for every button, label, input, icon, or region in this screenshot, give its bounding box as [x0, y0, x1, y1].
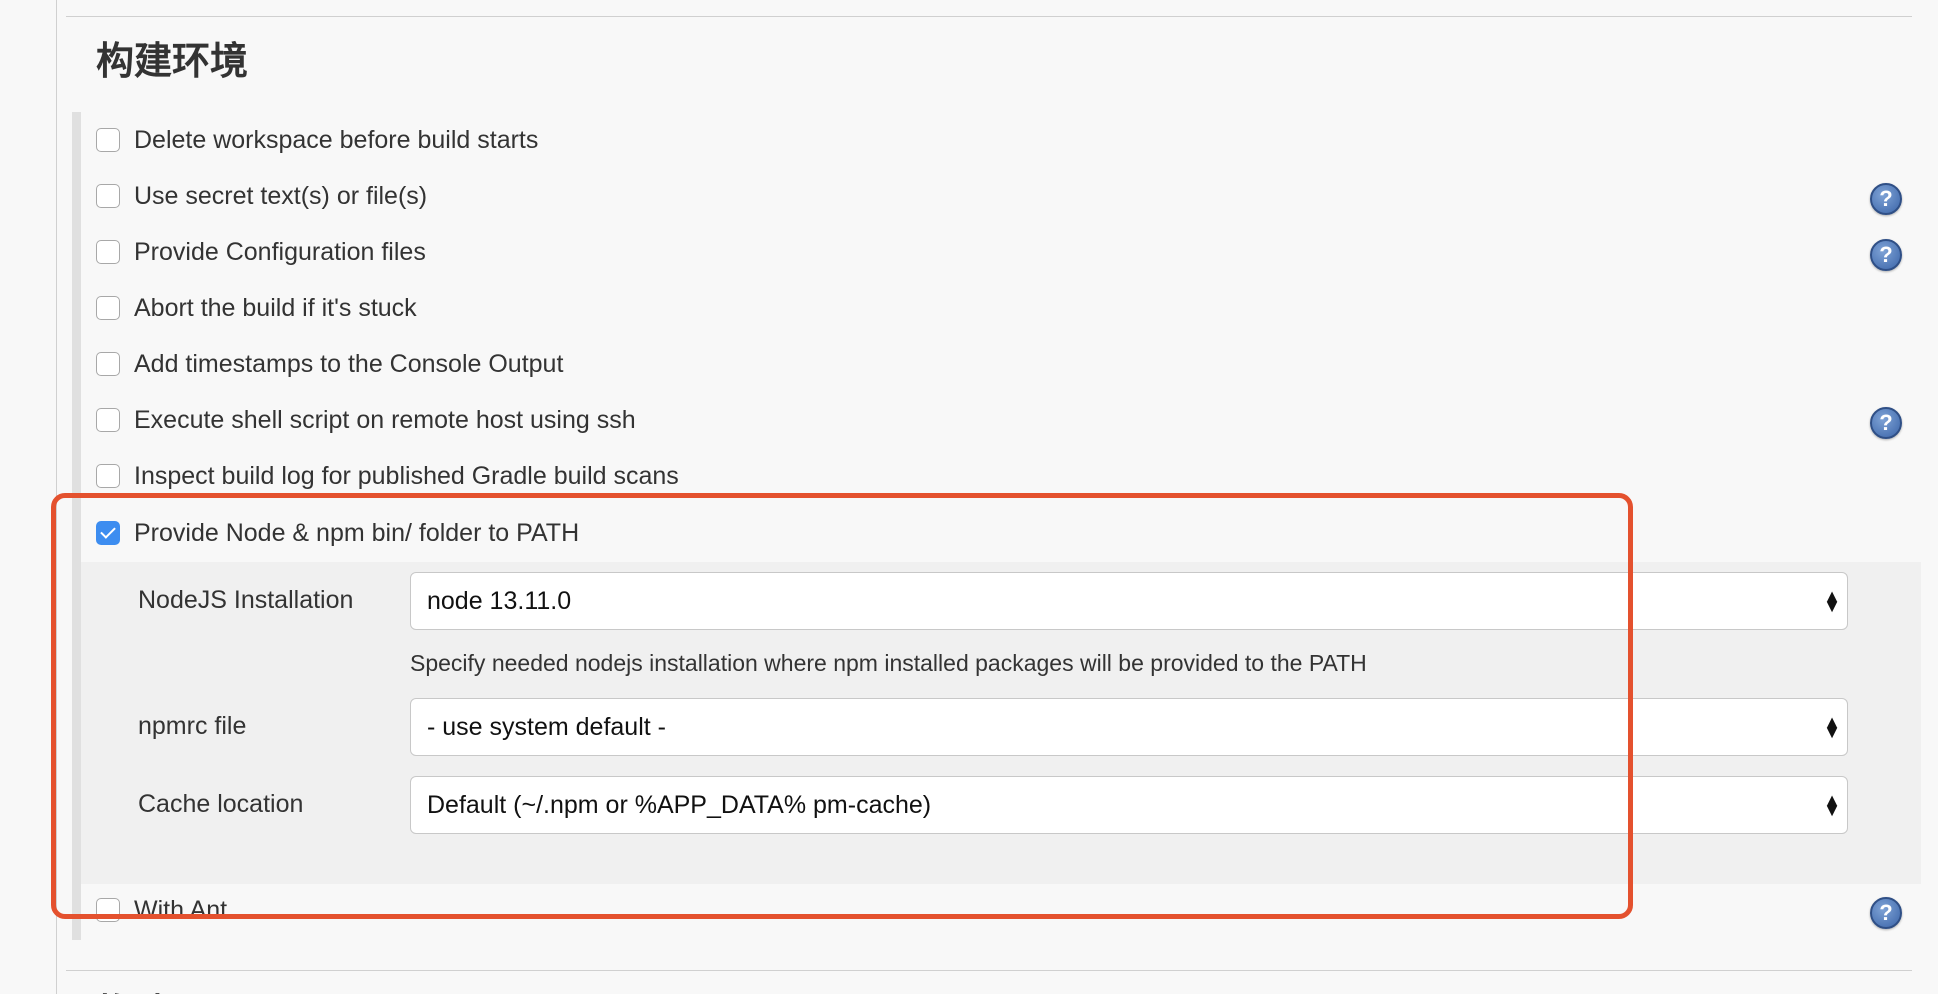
cache-location-label: Cache location: [138, 790, 304, 818]
option-timestamps[interactable]: Add timestamps to the Console Output: [96, 344, 563, 384]
checkbox[interactable]: [96, 128, 120, 152]
option-abort-stuck[interactable]: Abort the build if it's stuck: [96, 288, 417, 328]
option-remote-ssh[interactable]: Execute shell script on remote host usin…: [96, 400, 636, 440]
option-label: Provide Configuration files: [134, 237, 426, 266]
checkbox[interactable]: [96, 464, 120, 488]
option-label: Abort the build if it's stuck: [134, 293, 417, 322]
option-with-ant[interactable]: With Ant: [96, 890, 227, 930]
option-delete-workspace[interactable]: Delete workspace before build starts: [96, 120, 538, 160]
option-config-files[interactable]: Provide Configuration files: [96, 232, 426, 272]
option-gradle-scans[interactable]: Inspect build log for published Gradle b…: [96, 456, 679, 496]
option-label: Execute shell script on remote host usin…: [134, 405, 636, 434]
help-icon[interactable]: ?: [1870, 239, 1902, 271]
option-label: Delete workspace before build starts: [134, 125, 539, 154]
checkbox[interactable]: [96, 240, 120, 264]
help-icon[interactable]: ?: [1870, 407, 1902, 439]
option-label: Add timestamps to the Console Output: [134, 349, 564, 378]
updown-arrows-icon: ▲ ▼: [1823, 586, 1841, 616]
option-label: Use secret text(s) or file(s): [134, 181, 428, 210]
nodejs-installation-hint: Specify needed nodejs installation where…: [410, 650, 1367, 676]
option-label: Provide Node & npm bin/ folder to PATH: [134, 518, 580, 547]
updown-arrows-icon: ▲ ▼: [1823, 712, 1841, 742]
section-bottom-divider: [66, 970, 1912, 971]
updown-arrows-icon: ▲ ▼: [1823, 790, 1841, 820]
option-label: With Ant: [134, 895, 228, 924]
checkbox[interactable]: [96, 352, 120, 376]
npmrc-label: npmrc file: [138, 712, 247, 740]
options-group-bar: [72, 112, 81, 940]
option-label: Inspect build log for published Gradle b…: [134, 461, 679, 490]
nodejs-installation-select[interactable]: node 13.11.0 ▲ ▼: [410, 572, 1848, 630]
select-value: Default (~/.npm or %APP_DATA% pm-cache): [427, 790, 932, 819]
help-icon[interactable]: ?: [1870, 897, 1902, 929]
nodejs-installation-label: NodeJS Installation: [138, 586, 354, 614]
cache-location-select[interactable]: Default (~/.npm or %APP_DATA% pm-cache) …: [410, 776, 1848, 834]
select-value: - use system default -: [427, 712, 666, 741]
checkbox[interactable]: [96, 408, 120, 432]
checkbox[interactable]: [96, 898, 120, 922]
option-secret-text[interactable]: Use secret text(s) or file(s): [96, 176, 427, 216]
help-icon[interactable]: ?: [1870, 183, 1902, 215]
page-left-border: [56, 0, 57, 994]
section-top-divider: [66, 16, 1912, 17]
checkbox-checked[interactable]: [96, 521, 120, 545]
select-value: node 13.11.0: [427, 586, 572, 615]
next-section-title: 构建: [96, 982, 172, 994]
option-node-npm-path[interactable]: Provide Node & npm bin/ folder to PATH: [96, 513, 579, 553]
checkbox[interactable]: [96, 296, 120, 320]
section-title: 构建环境: [96, 39, 249, 83]
npmrc-select[interactable]: - use system default - ▲ ▼: [410, 698, 1848, 756]
checkbox[interactable]: [96, 184, 120, 208]
